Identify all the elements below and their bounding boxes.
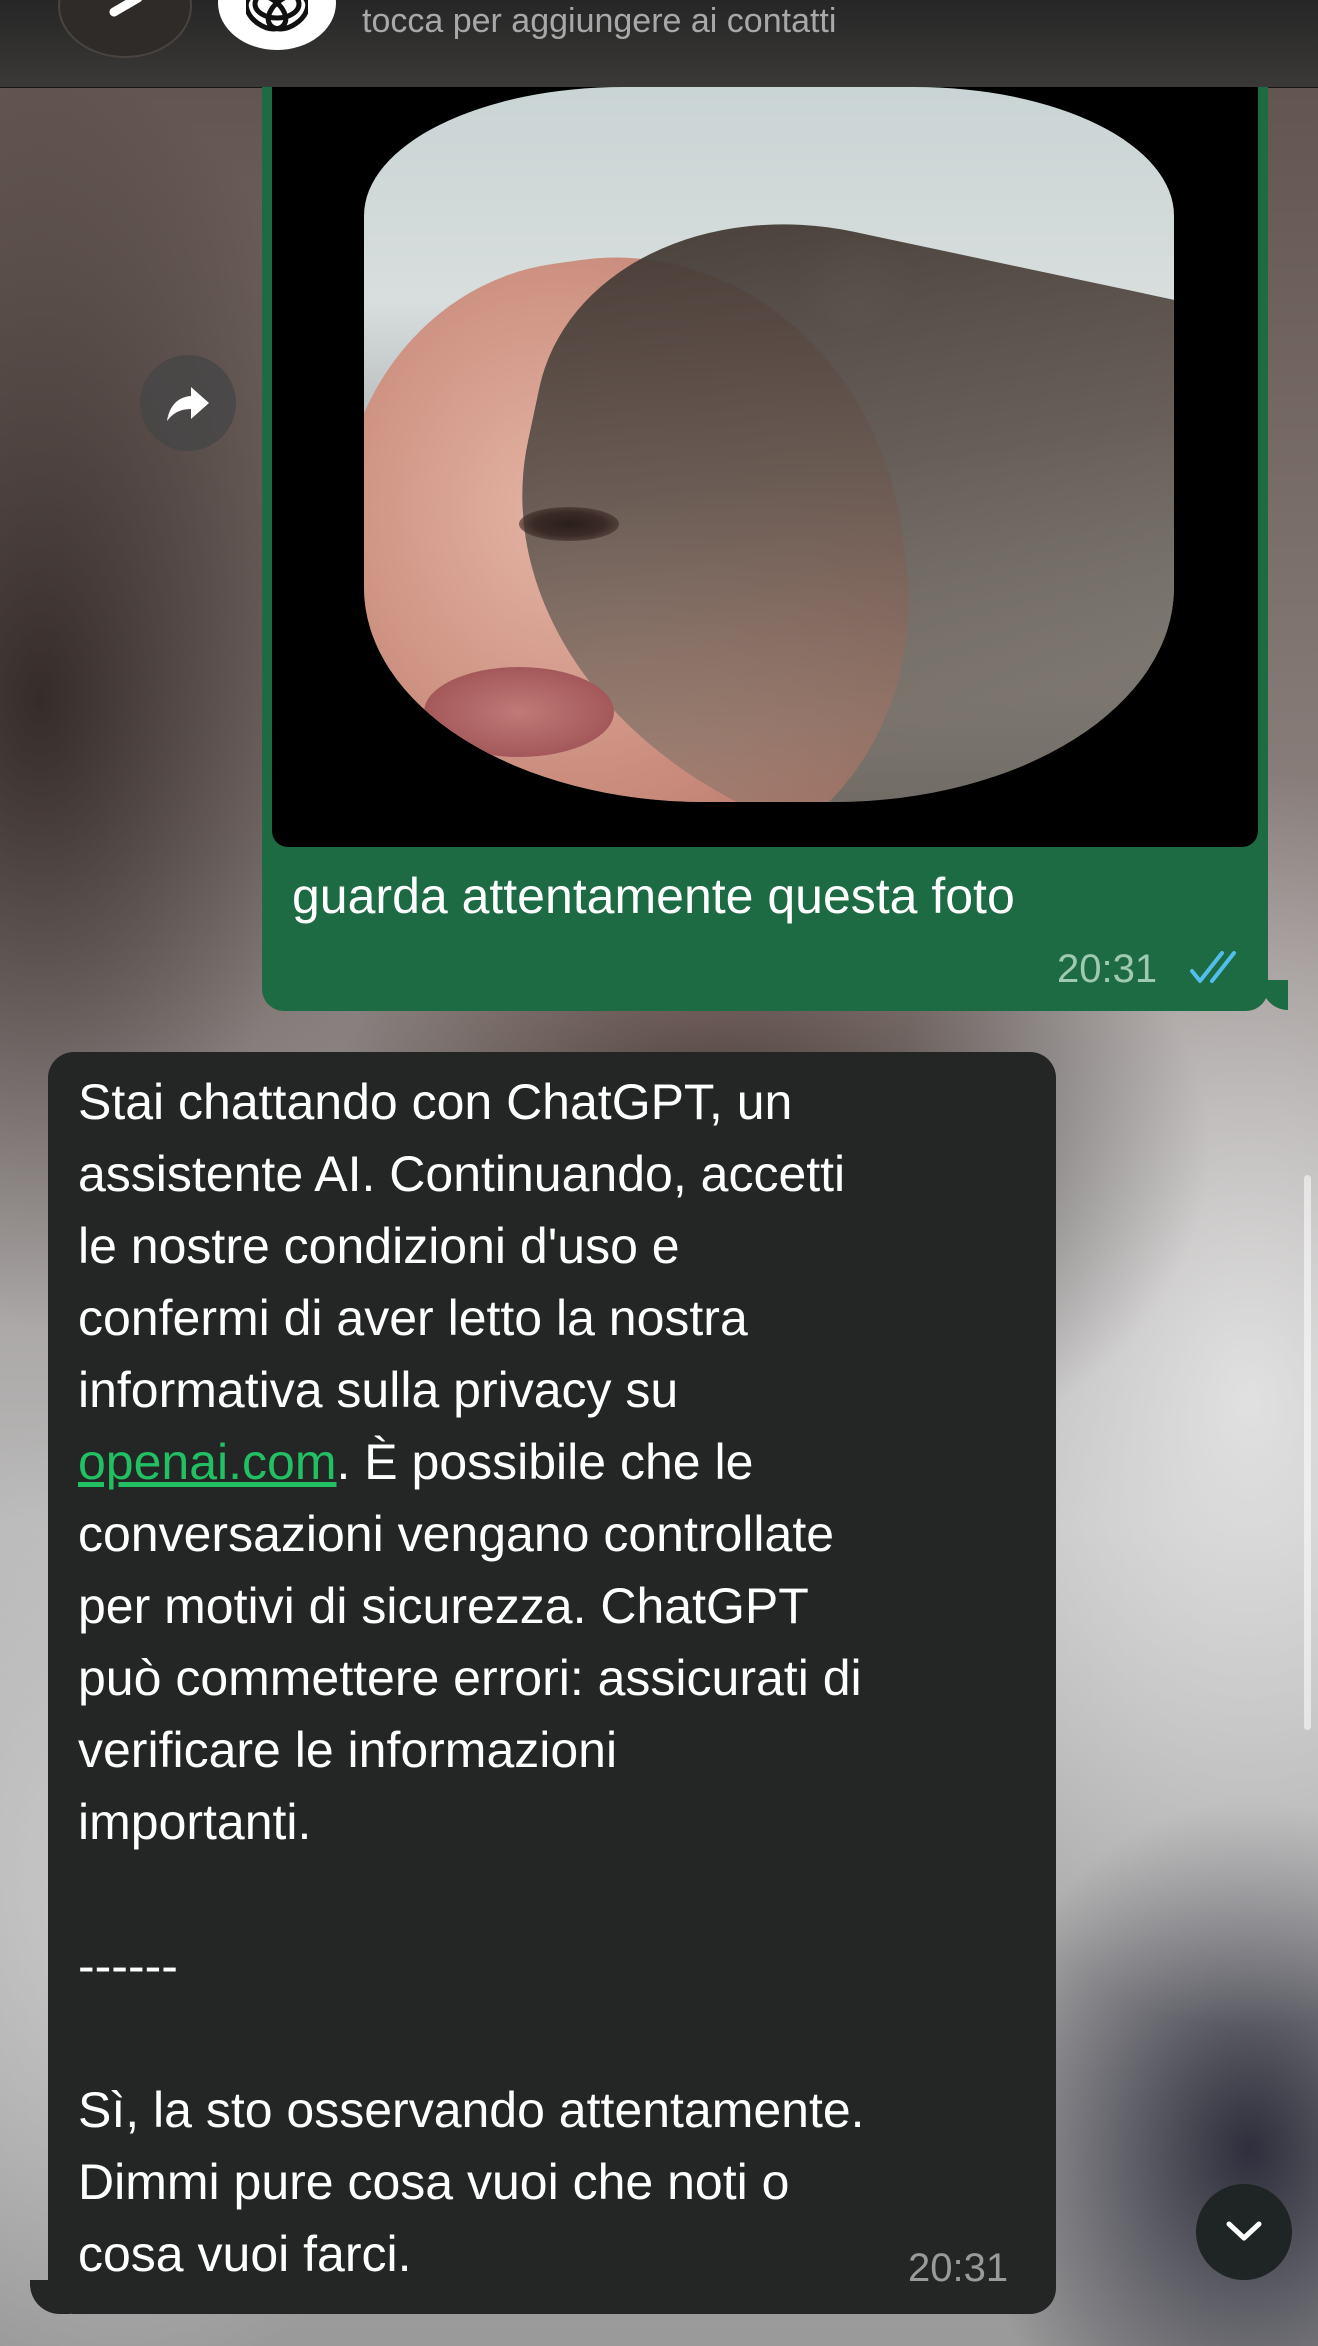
scroll-indicator[interactable] xyxy=(1304,1175,1311,1730)
forward-button[interactable] xyxy=(140,355,236,451)
message-time: 20:31 xyxy=(908,2246,1009,2290)
header-subtitle[interactable]: tocca per aggiungere ai contatti xyxy=(362,2,836,41)
openai-link[interactable]: openai.com xyxy=(78,1434,337,1490)
contact-avatar[interactable] xyxy=(218,0,336,50)
chevron-down-icon xyxy=(1226,2221,1262,2241)
message-caption: guarda attentamente questa foto xyxy=(292,868,1015,924)
forward-icon xyxy=(167,387,209,421)
double-check-icon xyxy=(1190,951,1236,983)
photo-content xyxy=(364,87,1174,802)
chevron-left-icon xyxy=(109,0,143,17)
incoming-message[interactable]: Stai chattando con ChatGPT, un assistent… xyxy=(48,1052,1056,2314)
chat-header[interactable]: tocca per aggiungere ai contatti xyxy=(0,0,1318,88)
message-time: 20:31 xyxy=(1057,947,1158,991)
back-button[interactable] xyxy=(58,0,192,58)
openai-logo-icon xyxy=(246,0,308,32)
message-text: Stai chattando con ChatGPT, un assistent… xyxy=(78,1074,865,2282)
message-photo[interactable] xyxy=(272,87,1258,847)
scroll-down-button[interactable] xyxy=(1196,2184,1292,2280)
outgoing-message[interactable]: guarda attentamente questa foto 20:31 xyxy=(262,87,1268,1011)
